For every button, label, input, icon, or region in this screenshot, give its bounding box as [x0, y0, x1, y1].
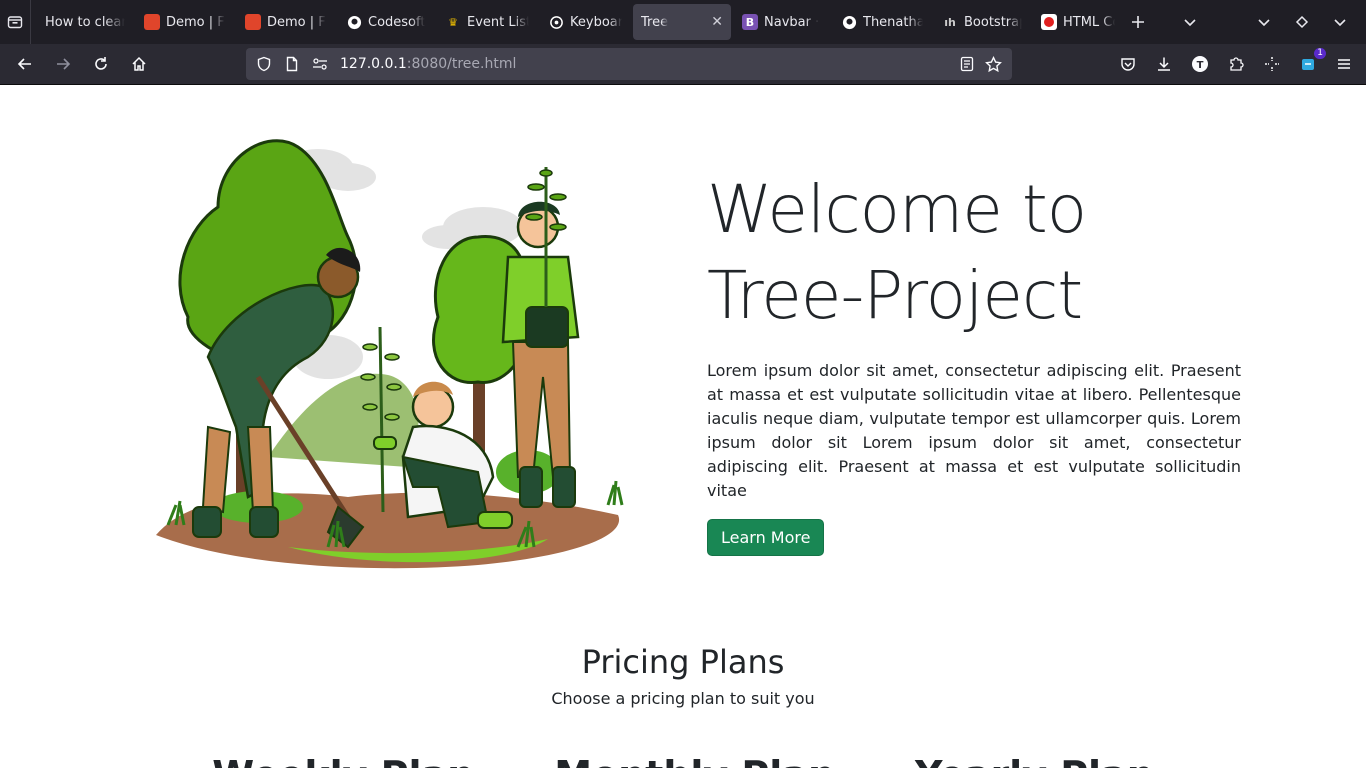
minimize-icon [1334, 19, 1346, 27]
account-button[interactable]: T [1188, 52, 1212, 76]
tab-label: Demo | F [166, 14, 225, 30]
permissions-icon[interactable] [312, 56, 328, 72]
home-icon [132, 56, 146, 71]
shield-icon[interactable] [256, 56, 272, 72]
svg-text:T: T [1197, 60, 1204, 71]
extensions-button[interactable] [1224, 52, 1248, 76]
square-logo-icon [144, 14, 160, 30]
h-logo-icon: ıh [944, 15, 956, 29]
tab-5[interactable]: Keyboard [540, 4, 630, 40]
close-tab-icon[interactable]: ✕ [711, 14, 723, 30]
address-bar[interactable]: 127.0.0.1:8080/tree.html [246, 48, 1012, 80]
account-avatar-icon: T [1192, 56, 1208, 72]
hero-section: Welcome to Tree-Project Lorem ipsum dolo… [707, 167, 1241, 556]
tab-label: Navbar · [764, 14, 820, 30]
tab-4[interactable]: ♛ Event List [437, 4, 537, 40]
app-menu-button[interactable] [1332, 52, 1356, 76]
firefox-view-button[interactable] [0, 0, 31, 44]
list-all-tabs-button[interactable] [1178, 10, 1202, 34]
diamond-button[interactable] [1290, 10, 1314, 34]
minimize-button[interactable] [1328, 10, 1352, 34]
arrow-right-icon [57, 58, 71, 70]
tab-overflow-button[interactable] [1252, 10, 1276, 34]
tab-label: How to clean [45, 14, 125, 30]
tab-10[interactable]: HTML Co [1033, 4, 1123, 40]
extension-badge-button[interactable]: 1 [1296, 48, 1326, 76]
plan-heading-yearly: Yearly Plan [915, 753, 1154, 768]
puzzle-icon [1230, 57, 1244, 71]
hero-title: Welcome to Tree-Project [707, 167, 1241, 339]
plan-headings: Weekly Plan Monthly Plan Yearly Plan [0, 753, 1366, 768]
downloads-button[interactable] [1152, 52, 1176, 76]
sparkle-icon [1265, 57, 1279, 71]
tab-7[interactable]: B Navbar · [734, 4, 830, 40]
download-icon [1158, 57, 1170, 71]
tab-0[interactable]: How to clean [37, 4, 133, 40]
square-logo-icon [245, 14, 261, 30]
extension-count-badge: 1 [1314, 48, 1326, 59]
home-button[interactable] [124, 52, 154, 76]
hero-title-line-2: Tree-Project [707, 257, 1083, 334]
tab-6[interactable]: Tree ✕ [633, 4, 731, 40]
chevron-down-icon [1184, 19, 1196, 27]
pocket-button[interactable] [1116, 52, 1140, 76]
tab-label: Keyboard [570, 14, 622, 30]
back-button[interactable] [10, 52, 40, 76]
sparkle-extension-button[interactable] [1260, 52, 1284, 76]
extension-icon [1302, 59, 1314, 70]
tree-planting-illustration [156, 139, 624, 569]
arrow-left-icon [17, 58, 31, 70]
new-tab-button[interactable] [1126, 10, 1150, 34]
tab-2[interactable]: Demo | F [237, 4, 335, 40]
page-icon[interactable] [284, 56, 300, 72]
tab-1[interactable]: Demo | F [136, 4, 234, 40]
chevron-down-icon [1258, 19, 1270, 27]
sapling-shape [378, 326, 385, 513]
crown-icon: ♛ [448, 15, 458, 29]
pricing-title: Pricing Plans [581, 643, 785, 681]
tab-list: How to clean Demo | F Demo | F Codesoft ♛ Eve… [31, 0, 1126, 44]
tab-label: HTML Co [1063, 14, 1115, 30]
github-icon [841, 14, 857, 30]
page-content: Welcome to Tree-Project Lorem ipsum dolo… [0, 85, 1366, 768]
reload-button[interactable] [86, 52, 116, 76]
openai-icon [548, 14, 564, 30]
navigation-toolbar: 127.0.0.1:8080/tree.html T 1 [0, 44, 1366, 85]
url-host: 127.0.0.1 [340, 56, 407, 72]
tab-3[interactable]: Codesoft [338, 4, 434, 40]
plan-heading-weekly: Weekly Plan [212, 753, 474, 768]
hero-paragraph: Lorem ipsum dolor sit amet, consectetur … [707, 361, 1241, 500]
firefox-view-icon [7, 16, 23, 29]
tab-label: Codesoft [368, 14, 426, 30]
tab-label: Bootstrap [964, 14, 1022, 30]
tab-9[interactable]: ıh Bootstrap [934, 4, 1030, 40]
bootstrap-icon: B [742, 14, 758, 30]
tab-label: Demo | F [267, 14, 326, 30]
url-path: :8080/tree.html [406, 56, 517, 72]
plan-heading-monthly: Monthly Plan [554, 753, 835, 768]
learn-more-button[interactable]: Learn More [707, 519, 825, 556]
tab-label: Thenatha [863, 14, 923, 30]
tab-label: Event List [467, 14, 529, 30]
pricing-subtitle: Choose a pricing plan to suit you [551, 689, 815, 708]
reload-icon [95, 57, 107, 70]
hamburger-menu-icon [1338, 59, 1350, 69]
tab-8[interactable]: Thenatha [833, 4, 931, 40]
tab-label: Tree [641, 14, 669, 30]
red-circle-icon [1041, 14, 1057, 30]
bookmark-star-icon[interactable] [985, 55, 1002, 73]
plus-icon [1132, 16, 1144, 28]
tab-strip: How to clean Demo | F Demo | F Codesoft ♛ Eve… [0, 0, 1366, 44]
github-icon [346, 14, 362, 30]
diamond-icon [1295, 15, 1309, 29]
pocket-icon [1121, 58, 1135, 71]
forward-button[interactable] [48, 52, 78, 76]
pricing-section: Pricing Plans Choose a pricing plan to s… [0, 643, 1366, 708]
hero-title-line-1: Welcome to [707, 171, 1087, 248]
reader-view-icon[interactable] [959, 56, 975, 72]
